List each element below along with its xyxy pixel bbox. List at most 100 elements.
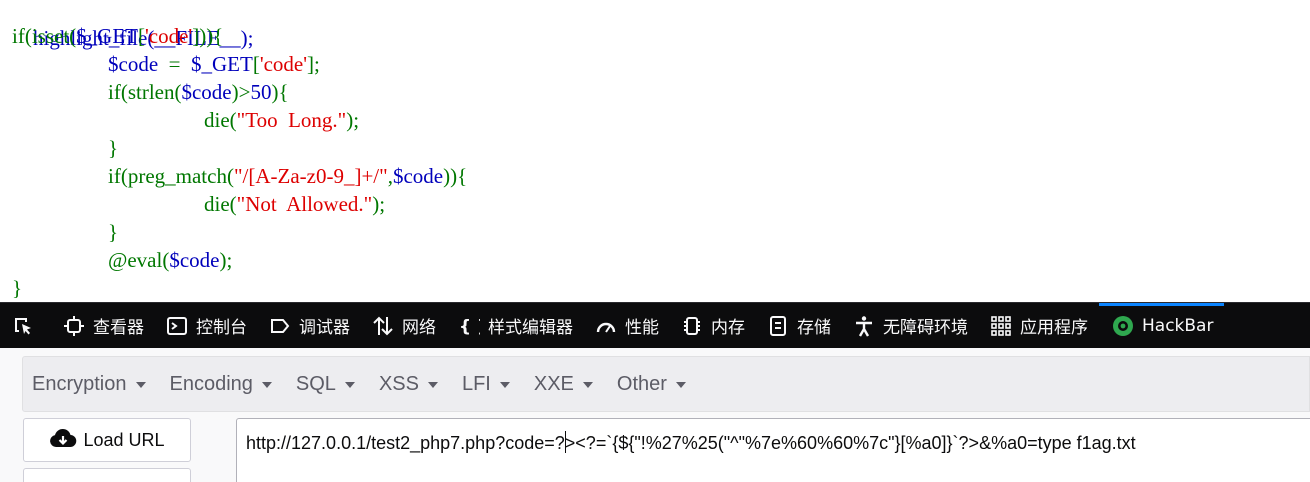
console-icon <box>166 315 188 337</box>
menu-label: Other <box>616 372 667 395</box>
tab-inspector[interactable]: 查看器 <box>52 303 155 349</box>
split-url-button[interactable] <box>23 468 191 482</box>
element-picker-icon <box>12 315 34 337</box>
tab-network[interactable]: 网络 <box>361 303 447 349</box>
tab-memory[interactable]: 内存 <box>670 303 756 349</box>
menu-lfi[interactable]: LFI <box>462 373 510 396</box>
menu-encoding[interactable]: Encoding <box>170 373 272 396</box>
code-token: "/[A-Za-z0-9_]+/" <box>233 164 388 188</box>
url-text-before-cursor: http://127.0.0.1/test2_php7.php?code=? <box>246 433 565 453</box>
code-token: )> <box>231 80 251 104</box>
code-token: "Not Allowed." <box>236 192 373 216</box>
tab-label: 控制台 <box>196 318 247 338</box>
code-line-7: if(preg_match("/[A-Za-z0-9_]+/",$code)){ <box>108 162 467 190</box>
code-token: } <box>108 220 119 244</box>
menu-label: Encryption <box>32 372 127 395</box>
caret-down-icon <box>582 382 593 388</box>
tab-label: 样式编辑器 <box>488 318 573 338</box>
url-input[interactable]: http://127.0.0.1/test2_php7.php?code=?><… <box>236 418 1310 482</box>
code-token: ); <box>372 192 386 216</box>
tab-debugger[interactable]: 调试器 <box>258 303 361 349</box>
tab-label: 调试器 <box>299 318 350 338</box>
code-token: ){ <box>271 80 289 104</box>
code-token: 'code' <box>259 52 308 76</box>
code-token: if(isset( <box>12 24 77 48</box>
code-token: $_GET <box>191 52 253 76</box>
code-token: } <box>12 276 23 300</box>
tab-console[interactable]: 控制台 <box>155 303 258 349</box>
code-token: $code <box>181 80 232 104</box>
url-text-after-cursor: ><?=`{${"!%27%25("^"%7e%60%60%7c"}[%a0]}… <box>564 433 1136 453</box>
code-token: ); <box>219 248 233 272</box>
tab-performance[interactable]: 性能 <box>584 303 670 349</box>
code-token: ]; <box>307 52 320 76</box>
cloud-download-icon <box>49 429 77 451</box>
menu-xss[interactable]: XSS <box>379 373 438 396</box>
code-line-8: die("Not Allowed."); <box>204 190 385 218</box>
split-icon <box>54 477 82 482</box>
tab-label: 查看器 <box>93 318 144 338</box>
svg-text:{ }: { } <box>459 317 480 337</box>
code-token: 50 <box>250 80 272 104</box>
tab-label: 内存 <box>711 318 745 338</box>
menu-label: SQL <box>295 372 336 395</box>
code-token: 'code' <box>144 24 193 48</box>
tab-label: 无障碍环境 <box>883 318 968 338</box>
caret-down-icon <box>427 382 438 388</box>
tab-hackbar[interactable]: HackBar <box>1099 302 1225 349</box>
code-line-4: if(strlen($code)>50){ <box>108 78 289 106</box>
highlighted-source-code: highlight_file(__FILE__); if(isset($_GET… <box>0 0 1310 302</box>
tab-label: 存储 <box>797 318 831 338</box>
tab-label: HackBar <box>1142 315 1214 336</box>
code-line-6: } <box>108 134 118 162</box>
caret-down-icon <box>261 382 272 388</box>
code-token: @eval( <box>108 248 170 272</box>
storage-icon <box>767 315 789 337</box>
tab-application[interactable]: 应用程序 <box>979 303 1099 349</box>
menu-label: XXE <box>533 372 574 395</box>
caret-down-icon <box>135 382 146 388</box>
style-editor-icon: { } <box>458 315 480 337</box>
menu-other[interactable]: Other <box>617 373 686 396</box>
code-token: $code <box>108 52 159 76</box>
load-url-button[interactable]: Load URL <box>23 418 191 462</box>
hackbar-menu: Encryption Encoding SQL XSS LFI XXE Othe… <box>22 356 1310 412</box>
element-picker-button[interactable] <box>0 303 52 349</box>
application-icon <box>990 315 1012 337</box>
code-token: } <box>108 136 119 160</box>
menu-xxe[interactable]: XXE <box>534 373 593 396</box>
code-token: if(preg_match( <box>108 164 234 188</box>
code-token: "Too Long." <box>236 108 347 132</box>
code-token: ])){ <box>192 24 224 48</box>
code-line-2: if(isset($_GET['code'])){ <box>12 22 223 50</box>
code-token: [ <box>252 52 260 76</box>
menu-encryption[interactable]: Encryption <box>32 373 146 396</box>
code-token: [ <box>137 24 145 48</box>
performance-icon <box>595 315 617 337</box>
code-line-11: } <box>12 274 22 302</box>
memory-icon <box>681 315 703 337</box>
code-line-1: highlight_file(__FILE__); <box>12 0 253 50</box>
hackbar-icon <box>1112 315 1134 337</box>
tab-label: 性能 <box>625 318 659 338</box>
code-line-3: $code = $_GET['code']; <box>108 50 320 78</box>
tab-style-editor[interactable]: { } 样式编辑器 <box>447 303 584 349</box>
tab-label: 网络 <box>402 318 436 338</box>
code-token: )){ <box>443 164 468 188</box>
code-token: $code <box>392 164 444 188</box>
hackbar-panel: Encryption Encoding SQL XSS LFI XXE Othe… <box>0 348 1310 482</box>
network-icon <box>372 315 394 337</box>
tab-storage[interactable]: 存储 <box>756 303 842 349</box>
code-line-10: @eval($code); <box>108 246 232 274</box>
caret-down-icon <box>344 382 355 388</box>
code-token: die( <box>204 108 237 132</box>
load-url-label: Load URL <box>83 429 165 450</box>
inspector-icon <box>63 315 85 337</box>
code-token: $code <box>169 248 220 272</box>
menu-label: LFI <box>461 372 491 395</box>
tab-accessibility[interactable]: 无障碍环境 <box>842 303 979 349</box>
caret-down-icon <box>675 382 686 388</box>
code-token: $_GET <box>76 24 138 48</box>
menu-sql[interactable]: SQL <box>296 373 355 396</box>
accessibility-icon <box>853 315 875 337</box>
